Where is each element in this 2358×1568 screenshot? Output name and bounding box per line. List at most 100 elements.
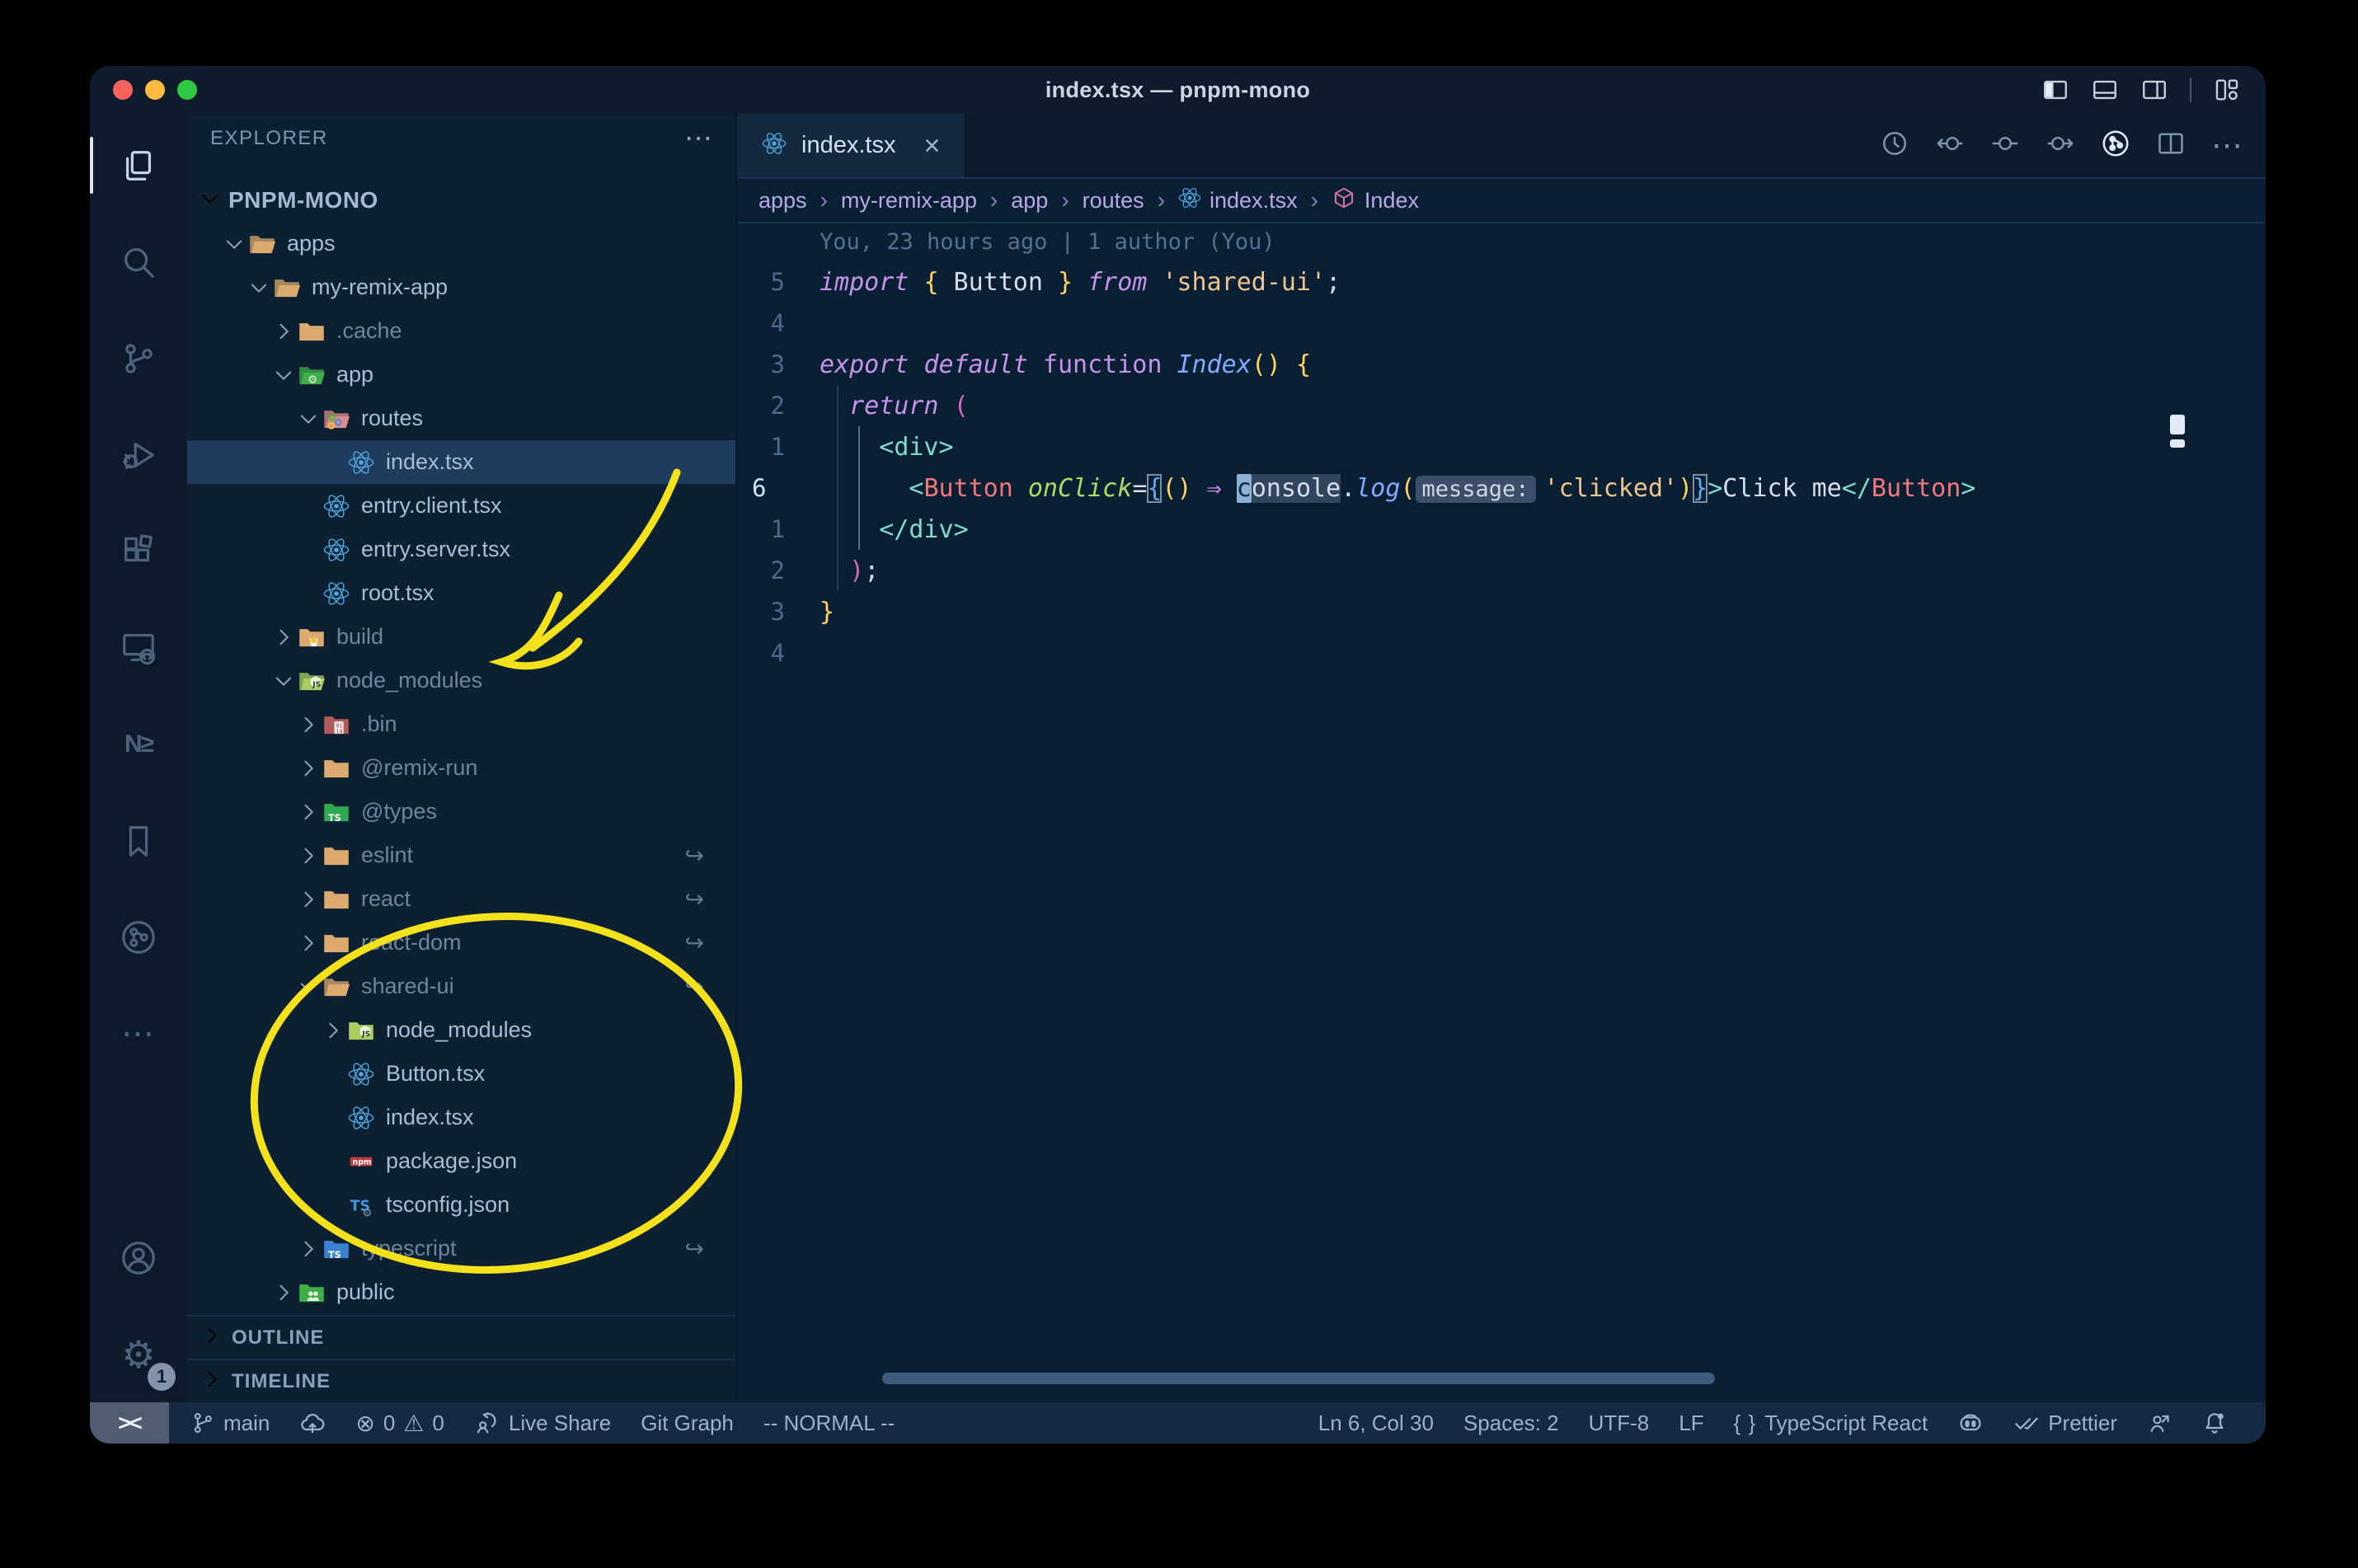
breadcrumb-item-app[interactable]: app (1011, 188, 1048, 214)
breadcrumb-item-my-remix-app[interactable]: my-remix-app (841, 188, 977, 214)
git-blame-line: You, 23 hours ago | 1 author (You) (820, 228, 1275, 255)
breadcrumb-item-index-tsx[interactable]: index.tsx (1178, 186, 1298, 215)
layout-panel-icon[interactable] (2091, 76, 2119, 104)
more-actions-icon[interactable]: ⋯ (2211, 127, 2244, 164)
activity-remote-explorer-icon[interactable] (90, 599, 187, 696)
line-number: 3 (770, 350, 785, 378)
prev-change-icon[interactable] (1935, 129, 1965, 162)
tree-item-build[interactable]: build (187, 615, 735, 659)
code-line: 1 </div> (737, 509, 2266, 550)
folder-tan-icon (297, 317, 326, 345)
chevron-right-icon (295, 757, 322, 780)
tree-item-label: index.tsx (386, 449, 474, 474)
section-outline[interactable]: OUTLINE (187, 1315, 735, 1359)
tree-item-public[interactable]: public (187, 1270, 735, 1314)
status-prettier[interactable]: Prettier (2013, 1410, 2117, 1436)
line-number: 5 (770, 268, 785, 296)
project-root-row[interactable]: PNPM-MONO (187, 181, 735, 219)
folder-nm-open-icon: JS (297, 667, 326, 695)
tree-item-package-json[interactable]: npm package.json (187, 1139, 735, 1183)
status-problems[interactable]: ⊗ 0 ⚠ 0 (355, 1410, 444, 1437)
status-label: Ln 6, Col 30 (1318, 1410, 1434, 1435)
activity-settings-icon[interactable]: ⚙ 1 (90, 1306, 187, 1402)
status-indentation[interactable]: Spaces: 2 (1463, 1411, 1559, 1436)
status-label: UTF-8 (1588, 1410, 1650, 1435)
tree-item-button-tsx[interactable]: Button.tsx (187, 1052, 735, 1096)
breadcrumb-item-routes[interactable]: routes (1083, 188, 1144, 214)
tree-item-tsconfig-json[interactable]: TS ⚙ tsconfig.json (187, 1183, 735, 1227)
status-eol[interactable]: LF (1679, 1411, 1703, 1436)
horizontal-scrollbar[interactable] (882, 1373, 1715, 1384)
status-language-mode[interactable]: { } TypeScript React (1734, 1411, 1928, 1436)
layout-sidebar-left-icon[interactable] (2041, 76, 2069, 104)
status-label: TypeScript React (1764, 1410, 1928, 1435)
activity-extensions-icon[interactable] (90, 503, 187, 599)
git-graph-bright-icon[interactable] (2101, 129, 2130, 162)
status-notifications[interactable] (2201, 1410, 2228, 1436)
tree-item--remix-run[interactable]: @remix-run (187, 746, 735, 790)
tree-item-label: node_modules (386, 1017, 533, 1042)
tree-item-label: .cache (336, 318, 402, 343)
tree-item-entry-client-tsx[interactable]: entry.client.tsx (187, 484, 735, 528)
tree-item-node-modules[interactable]: JS node_modules (187, 1008, 735, 1052)
tree-item-shared-ui[interactable]: shared-ui ↪ (187, 965, 735, 1008)
change-icon[interactable] (1990, 129, 2020, 162)
tree-item-root-tsx[interactable]: root.tsx (187, 571, 735, 615)
layout-sidebar-right-icon[interactable] (2140, 76, 2168, 104)
tree-item-app[interactable]: ⚙ app (187, 353, 735, 397)
tree-item-react-dom[interactable]: react-dom ↪ (187, 921, 735, 965)
section-timeline[interactable]: TIMELINE (187, 1359, 735, 1402)
activity-more-views-icon[interactable]: ⋯ (90, 985, 187, 1082)
activity-nx-console-icon[interactable]: N≥ (90, 696, 187, 792)
activity-accounts-icon[interactable] (90, 1209, 187, 1306)
tab-index-tsx[interactable]: index.tsx × (737, 114, 966, 177)
status-git-branch[interactable]: main (190, 1411, 270, 1436)
status-cursor-position[interactable]: Ln 6, Col 30 (1318, 1411, 1434, 1436)
tree-item--types[interactable]: TS @types (187, 790, 735, 833)
tree-item-index-tsx[interactable]: index.tsx (187, 440, 735, 484)
status-sync-changes[interactable] (299, 1410, 326, 1436)
close-button[interactable] (113, 80, 133, 100)
status-feedback[interactable] (2147, 1411, 2172, 1435)
minimize-button[interactable] (145, 80, 165, 100)
activity-bookmarks-icon[interactable] (90, 792, 187, 889)
tree-item--cache[interactable]: .cache (187, 309, 735, 353)
line-number: 1 (770, 515, 785, 543)
activity-git-graph-icon[interactable] (90, 889, 187, 985)
split-editor-icon[interactable] (2156, 129, 2186, 162)
activity-search-icon[interactable] (90, 214, 187, 310)
symlink-icon: ↪ (684, 1236, 704, 1261)
tree-item-index-tsx[interactable]: index.tsx (187, 1096, 735, 1139)
tree-item-apps[interactable]: apps (187, 222, 735, 265)
status-git-graph[interactable]: Git Graph (641, 1411, 734, 1436)
tree-item-label: build (336, 624, 384, 649)
folder-app-icon: ⚙ (297, 361, 326, 389)
tree-item-my-remix-app[interactable]: my-remix-app (187, 265, 735, 309)
activity-explorer-icon[interactable] (90, 117, 187, 214)
status-encoding[interactable]: UTF-8 (1589, 1411, 1650, 1436)
status-live-share[interactable]: Live Share (474, 1410, 611, 1436)
next-change-icon[interactable] (2046, 129, 2075, 162)
tree-item--bin[interactable]: 01 10 .bin (187, 702, 735, 746)
chevron-right-icon (295, 888, 322, 911)
file-history-icon[interactable] (1880, 129, 1909, 162)
status-vim-mode[interactable]: -- NORMAL -- (763, 1411, 895, 1436)
tree-item-routes[interactable]: routes (187, 397, 735, 440)
tree-item-entry-server-tsx[interactable]: entry.server.tsx (187, 528, 735, 571)
code-editor[interactable]: You, 23 hours ago | 1 author (You) 5 impor… (737, 220, 2266, 1402)
activity-run-debug-icon[interactable] (90, 406, 187, 503)
tree-item-eslint[interactable]: eslint ↪ (187, 833, 735, 877)
tree-item-node-modules[interactable]: JS node_modules (187, 659, 735, 702)
activity-source-control-icon[interactable] (90, 310, 187, 406)
tree-item-typescript[interactable]: TS typescript ↪ (187, 1227, 735, 1270)
remote-indicator[interactable]: >< (90, 1402, 169, 1444)
folder-tan-icon (322, 885, 351, 913)
breadcrumb-item-apps[interactable]: apps (759, 188, 807, 214)
status-copilot[interactable] (1957, 1410, 1984, 1436)
breadcrumb-item-index[interactable]: Index (1332, 185, 1419, 216)
tree-item-react[interactable]: react ↪ (187, 877, 735, 921)
tab-bar: index.tsx × ⋯ (737, 114, 2266, 179)
layout-customize-icon[interactable] (2213, 76, 2241, 104)
zoom-button[interactable] (177, 80, 197, 100)
tree-item-label: eslint (361, 843, 414, 867)
